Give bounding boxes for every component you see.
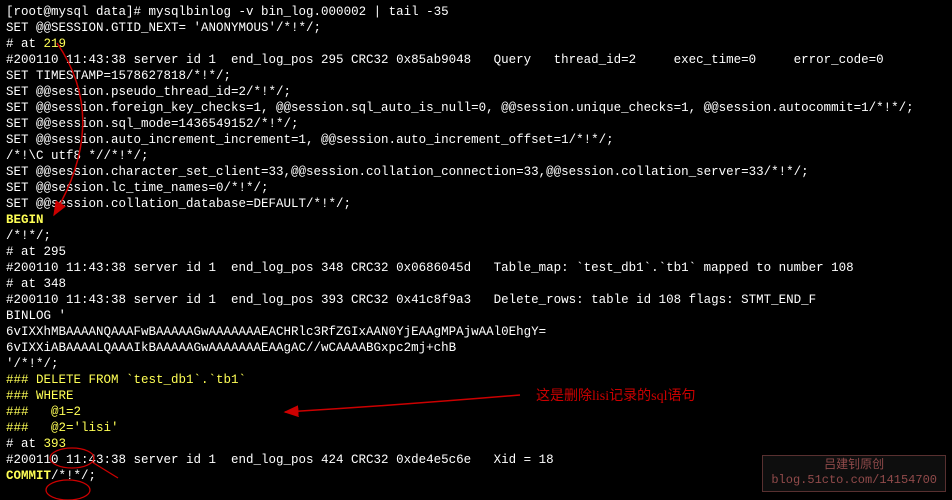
where-value: ### @2='lisi' — [6, 420, 946, 436]
pos-highlight: 219 — [44, 37, 67, 51]
output-line: SET @@session.collation_database=DEFAULT… — [6, 196, 946, 212]
output-line: SET @@session.pseudo_thread_id=2/*!*/; — [6, 84, 946, 100]
output-line: SET @@session.lc_time_names=0/*!*/; — [6, 180, 946, 196]
watermark: 吕建钊原创 blog.51cto.com/14154700 — [762, 455, 946, 492]
shell-prompt: [root@mysql data]# — [6, 5, 149, 19]
pos-highlight: 393 — [44, 437, 67, 451]
watermark-author: 吕建钊原创 — [771, 458, 937, 474]
watermark-url: blog.51cto.com/14154700 — [771, 473, 937, 489]
output-line: # at 393 — [6, 436, 946, 452]
output-line: SET @@session.sql_mode=1436549152/*!*/; — [6, 116, 946, 132]
output-line: #200110 11:43:38 server id 1 end_log_pos… — [6, 260, 946, 276]
output-line: 6vIXXiABAAAALQAAAIkBAAAAAGwAAAAAAAEAAgAC… — [6, 340, 946, 356]
where-value: ### @1=2 — [6, 404, 946, 420]
begin-keyword: BEGIN — [6, 212, 946, 228]
output-line: '/*!*/; — [6, 356, 946, 372]
output-line: /*!\C utf8 *//*!*/; — [6, 148, 946, 164]
output-line: SET @@SESSION.GTID_NEXT= 'ANONYMOUS'/*!*… — [6, 20, 946, 36]
output-line: /*!*/; — [6, 228, 946, 244]
output-line: BINLOG ' — [6, 308, 946, 324]
output-line: #200110 11:43:38 server id 1 end_log_pos… — [6, 292, 946, 308]
command-text: mysqlbinlog -v bin_log.000002 | tail -35 — [149, 5, 449, 19]
where-clause: ### WHERE — [6, 388, 946, 404]
output-line: SET @@session.auto_increment_increment=1… — [6, 132, 946, 148]
annotation-text: 这是删除lisi记录的sql语句 — [536, 388, 695, 406]
delete-stmt: ### DELETE FROM `test_db1`.`tb1` — [6, 372, 946, 388]
output-line: # at 219 — [6, 36, 946, 52]
output-line: 6vIXXhMBAAAANQAAAFwBAAAAAGwAAAAAAAEACHRl… — [6, 324, 946, 340]
output-line: SET TIMESTAMP=1578627818/*!*/; — [6, 68, 946, 84]
terminal-output: [root@mysql data]# mysqlbinlog -v bin_lo… — [6, 4, 946, 484]
output-line: SET @@session.character_set_client=33,@@… — [6, 164, 946, 180]
prompt-line: [root@mysql data]# mysqlbinlog -v bin_lo… — [6, 4, 946, 20]
output-line: SET @@session.foreign_key_checks=1, @@se… — [6, 100, 946, 116]
output-line: #200110 11:43:38 server id 1 end_log_pos… — [6, 52, 946, 68]
output-line: # at 348 — [6, 276, 946, 292]
output-line: # at 295 — [6, 244, 946, 260]
